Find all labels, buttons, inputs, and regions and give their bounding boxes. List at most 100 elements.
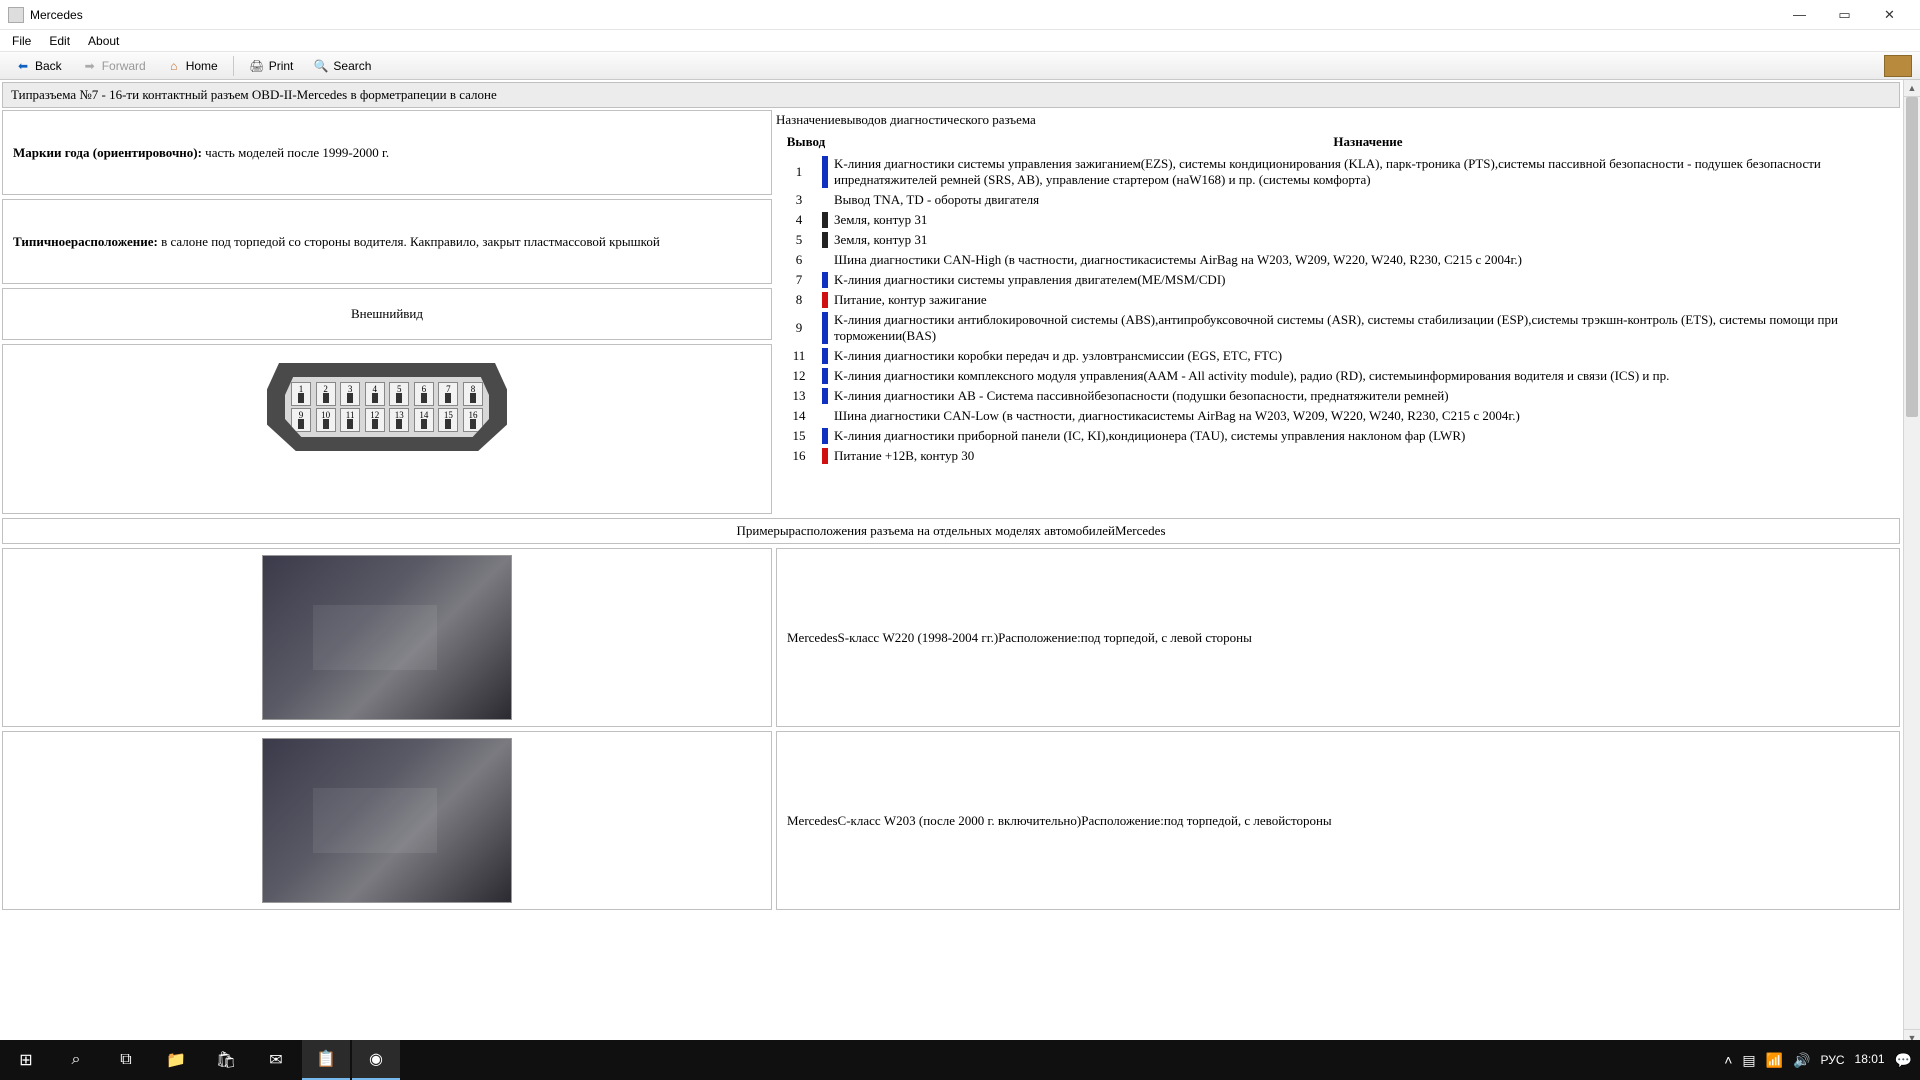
print-button[interactable]: 🖨Print xyxy=(240,55,303,77)
appearance-label: Внешнийвид xyxy=(351,306,423,322)
model-years-label: Маркии года (ориентировочно): xyxy=(13,145,202,160)
pin-number: 15 xyxy=(776,428,822,444)
network-icon[interactable]: ▤ xyxy=(1742,1052,1755,1069)
pin-col-header-desc: Назначение xyxy=(836,134,1900,150)
examples-header: Примерырасположения разъема на отдельных… xyxy=(2,518,1900,544)
window-minimize-button[interactable]: — xyxy=(1777,1,1822,29)
pin-number: 1 xyxy=(776,164,822,180)
pin-row: 5 Земля, контур 31 xyxy=(776,230,1900,250)
clock[interactable]: 18:01 xyxy=(1855,1053,1885,1066)
pin-color-marker xyxy=(822,212,828,228)
pin-description: Земля, контур 31 xyxy=(834,232,1900,248)
pin-row: 14 Шина диагностики CAN-Low (в частности,… xyxy=(776,406,1900,426)
vertical-scrollbar[interactable]: ▲ ▼ xyxy=(1903,80,1920,1046)
pin-description: K-линия диагностики AB - Система пассивн… xyxy=(834,388,1900,404)
pin-description: K-линия диагностики комплексного модуля … xyxy=(834,368,1900,384)
example-image-cell xyxy=(2,548,772,727)
search-button[interactable]: 🔍 Search xyxy=(304,55,380,77)
pin-color-marker xyxy=(822,252,828,268)
pin-row: 16Питание +12B, контур 30 xyxy=(776,446,1900,466)
connector-diagram-cell: 12345678 910111213141516 xyxy=(2,344,772,514)
pin-row: 1K-линия диагностики системы управления … xyxy=(776,154,1900,190)
model-years-value: часть моделей после 1999-2000 г. xyxy=(202,145,389,160)
pin-description: K-линия диагностики системы управления д… xyxy=(834,272,1900,288)
forward-label: Forward xyxy=(102,59,146,73)
pin-number: 14 xyxy=(776,408,822,424)
obd-pin-2: 2 xyxy=(316,382,336,406)
pin-row: 11K-линия диагностики коробки передач и … xyxy=(776,346,1900,366)
window-titlebar: Mercedes — ▭ ✕ xyxy=(0,0,1920,30)
pin-description: Вывод TNA, TD - обороты двигателя xyxy=(834,192,1900,208)
forward-button[interactable]: ➡Forward xyxy=(73,55,155,77)
task-view-icon[interactable]: ⧉ xyxy=(102,1040,150,1080)
location-value: в салоне под торпедой со стороны водител… xyxy=(158,234,660,249)
obd-pin-9: 9 xyxy=(291,408,311,432)
pin-description: K-линия диагностики коробки передач и др… xyxy=(834,348,1900,364)
example-row: MercedesC-класс W203 (после 2000 г. вклю… xyxy=(2,731,1900,910)
obd-pin-7: 7 xyxy=(438,382,458,406)
store-icon[interactable]: 🛍 xyxy=(202,1040,250,1080)
pin-description: K-линия диагностики антиблокировочной си… xyxy=(834,312,1900,344)
pin-col-header-pin: Вывод xyxy=(776,134,836,150)
pin-color-marker xyxy=(822,408,828,424)
window-close-button[interactable]: ✕ xyxy=(1867,1,1912,29)
pin-color-marker xyxy=(822,292,828,308)
obd-pin-12: 12 xyxy=(365,408,385,432)
pin-number: 5 xyxy=(776,232,822,248)
search-label: Search xyxy=(333,59,371,73)
pinout-title: Назначениевыводов диагностического разъе… xyxy=(776,110,1900,134)
start-button[interactable]: ⊞ xyxy=(2,1040,50,1080)
wifi-icon[interactable]: 📶 xyxy=(1766,1052,1783,1069)
back-button[interactable]: ⬅Back xyxy=(6,55,71,77)
pin-color-marker xyxy=(822,232,828,248)
pin-description: Шина диагностики CAN-Low (в частности, д… xyxy=(834,408,1900,424)
menu-file[interactable]: File xyxy=(4,32,39,50)
chrome-icon[interactable]: ◉ xyxy=(352,1040,400,1080)
taskbar-search-icon[interactable]: ⌕ xyxy=(52,1040,100,1080)
appearance-header: Внешнийвид xyxy=(2,288,772,340)
pin-description: Шина диагностики CAN-High (в частности, … xyxy=(834,252,1900,268)
pin-description: Земля, контур 31 xyxy=(834,212,1900,228)
example-image-cell xyxy=(2,731,772,910)
pin-number: 3 xyxy=(776,192,822,208)
example-row: MercedesS-класс W220 (1998-2004 гг.)Расп… xyxy=(2,548,1900,727)
pin-number: 6 xyxy=(776,252,822,268)
search-icon: 🔍 xyxy=(313,58,329,74)
menu-edit[interactable]: Edit xyxy=(41,32,78,50)
app-task-icon[interactable]: 📋 xyxy=(302,1040,350,1080)
print-icon: 🖨 xyxy=(249,58,265,74)
app-icon xyxy=(8,7,24,23)
notifications-icon[interactable]: 💬 xyxy=(1895,1052,1912,1069)
pin-color-marker xyxy=(822,192,828,208)
volume-icon[interactable]: 🔊 xyxy=(1793,1052,1810,1069)
obd-pin-15: 15 xyxy=(438,408,458,432)
obd-pin-1: 1 xyxy=(291,382,311,406)
home-icon: ⌂ xyxy=(166,58,182,74)
tray-chevron-icon[interactable]: ˄ xyxy=(1724,1052,1732,1068)
language-indicator[interactable]: РУС xyxy=(1821,1053,1845,1067)
window-title: Mercedes xyxy=(30,8,1777,22)
mail-icon[interactable]: ✉ xyxy=(252,1040,300,1080)
scroll-thumb[interactable] xyxy=(1906,97,1918,417)
obd-connector-diagram: 12345678 910111213141516 xyxy=(267,363,507,451)
toolbar-separator xyxy=(233,56,234,76)
pin-number: 9 xyxy=(776,320,822,336)
location-block: Типичноерасположение: в салоне под торпе… xyxy=(2,199,772,284)
obd-pin-6: 6 xyxy=(414,382,434,406)
home-button[interactable]: ⌂Home xyxy=(157,55,227,77)
obd-pin-11: 11 xyxy=(340,408,360,432)
scroll-up-icon[interactable]: ▲ xyxy=(1904,80,1920,97)
pin-description: Питание +12B, контур 30 xyxy=(834,448,1900,464)
pinout-table: Назначениевыводов диагностического разъе… xyxy=(776,110,1900,466)
back-icon: ⬅ xyxy=(15,58,31,74)
pin-row: 15K-линия диагностики приборной панели (… xyxy=(776,426,1900,446)
menu-about[interactable]: About xyxy=(80,32,127,50)
pin-color-marker xyxy=(822,272,828,288)
file-explorer-icon[interactable]: 📁 xyxy=(152,1040,200,1080)
example-photo xyxy=(262,738,512,903)
pin-number: 12 xyxy=(776,368,822,384)
example-caption: MercedesS-класс W220 (1998-2004 гг.)Расп… xyxy=(776,548,1900,727)
content-area: Типразъема №7 - 16-ти контактный разъем … xyxy=(0,80,1902,1046)
window-maximize-button[interactable]: ▭ xyxy=(1822,1,1867,29)
pin-row: 9 K-линия диагностики антиблокировочной с… xyxy=(776,310,1900,346)
